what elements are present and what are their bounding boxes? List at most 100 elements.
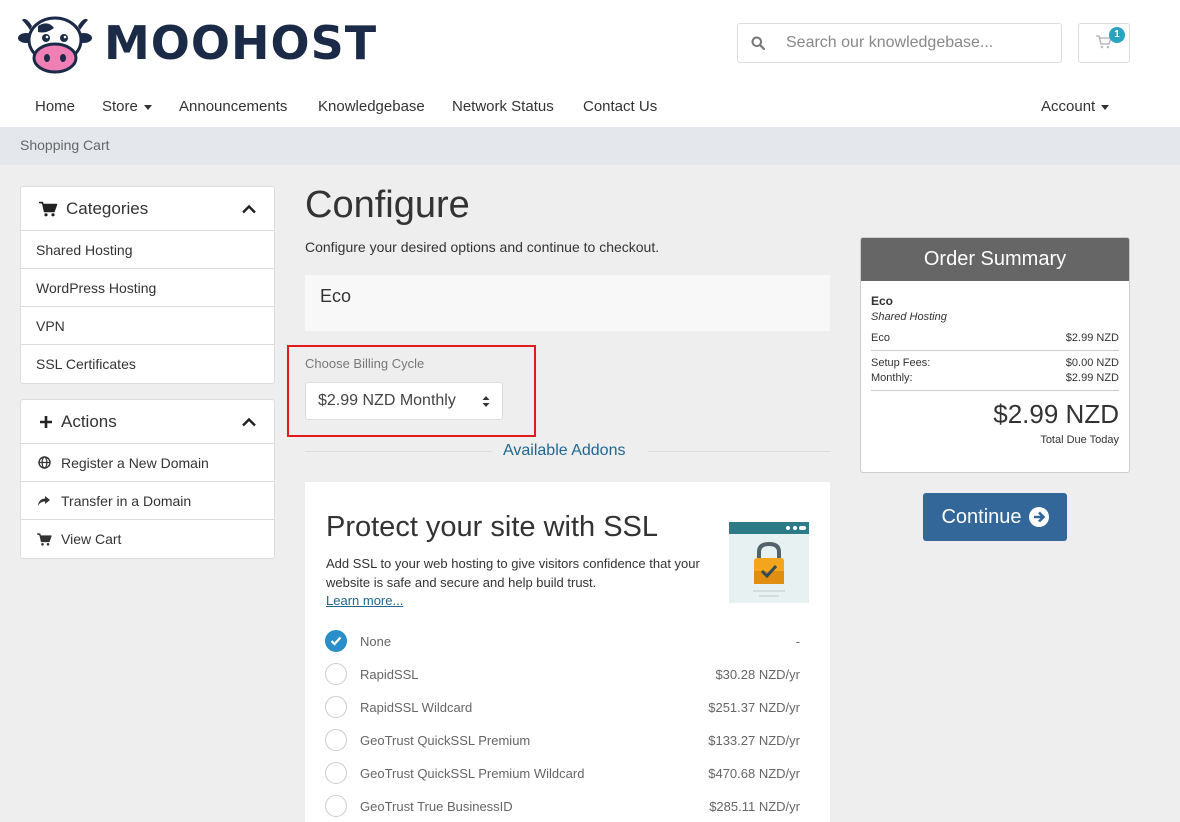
order-summary: Order Summary Eco Shared Hosting Eco $2.… [860, 237, 1130, 473]
category-vpn[interactable]: VPN [21, 307, 274, 345]
product-info-box: Eco [305, 275, 830, 331]
radio-unchecked[interactable] [325, 729, 347, 751]
summary-monthly-label: Monthly: [871, 372, 913, 384]
actions-header[interactable]: Actions [21, 400, 274, 444]
caret-down-icon [1101, 104, 1110, 110]
continue-label: Continue [941, 505, 1022, 528]
share-arrow-icon [36, 495, 52, 507]
billing-cycle-label: Choose Billing Cycle [305, 356, 425, 371]
radio-checked[interactable] [325, 630, 347, 652]
ssl-option-price: $251.37 NZD/yr [708, 699, 800, 715]
cart-icon [39, 201, 58, 217]
breadcrumb-bar: Shopping Cart [0, 127, 1180, 165]
summary-divider [871, 350, 1119, 351]
breadcrumb[interactable]: Shopping Cart [20, 137, 110, 153]
continue-button[interactable]: Continue [923, 493, 1067, 541]
sort-arrows-icon [482, 395, 490, 413]
product-name: Eco [320, 286, 352, 306]
action-transfer-domain-label: Transfer in a Domain [61, 492, 192, 509]
nav-announcements[interactable]: Announcements [179, 98, 287, 115]
summary-setup-label: Setup Fees: [871, 357, 931, 369]
summary-line-label: Eco [871, 332, 890, 344]
nav-home[interactable]: Home [35, 98, 75, 115]
ssl-lock-illustration-icon [729, 522, 809, 603]
brand-name: MOOHOST [104, 16, 378, 70]
categories-panel: Categories Shared Hosting WordPress Host… [20, 186, 275, 384]
page-subtitle: Configure your desired options and conti… [305, 239, 660, 255]
summary-product-group: Shared Hosting [871, 311, 947, 323]
billing-cycle-select[interactable]: $2.99 NZD Monthly [305, 382, 503, 420]
nav-account-label: Account [1041, 98, 1096, 115]
chevron-up-icon[interactable] [242, 417, 256, 427]
summary-total-label: Total Due Today [1040, 434, 1119, 446]
action-register-domain-label: Register a New Domain [61, 454, 209, 471]
ssl-option-label: GeoTrust QuickSSL Premium Wildcard [360, 765, 585, 781]
billing-cycle-value: $2.99 NZD Monthly [318, 392, 456, 409]
checkmark-icon [330, 636, 342, 646]
summary-monthly-row: Monthly: $2.99 NZD [871, 372, 1119, 384]
radio-unchecked[interactable] [325, 795, 347, 817]
plus-icon [39, 415, 53, 429]
ssl-learn-more-link[interactable]: Learn more... [326, 593, 403, 608]
ssl-option-rapidssl-wildcard[interactable]: RapidSSL Wildcard $251.37 NZD/yr [325, 696, 800, 718]
search-input[interactable] [778, 34, 1061, 52]
action-view-cart[interactable]: View Cart [21, 520, 274, 558]
site-header: MOOHOST 1 Home Store Announcements Knowl… [0, 0, 1180, 127]
ssl-option-price: - [795, 633, 800, 649]
ssl-option-label: RapidSSL [360, 666, 419, 682]
summary-line-price: $2.99 NZD [1065, 332, 1119, 344]
nav-store[interactable]: Store [102, 98, 152, 115]
cart-count-badge: 1 [1109, 27, 1125, 43]
radio-unchecked[interactable] [325, 696, 347, 718]
brand-logo[interactable]: MOOHOST [18, 12, 377, 74]
knowledgebase-search[interactable] [737, 23, 1062, 63]
order-summary-title: Order Summary [861, 238, 1129, 281]
nav-account[interactable]: Account [1041, 98, 1110, 115]
radio-unchecked[interactable] [325, 762, 347, 784]
ssl-option-none[interactable]: None - [325, 630, 800, 652]
summary-monthly-price: $2.99 NZD [1065, 372, 1119, 384]
summary-total: $2.99 NZD [993, 399, 1119, 429]
ssl-addon-card: Protect your site with SSL Add SSL to yo… [305, 482, 830, 822]
page-title: Configure [305, 184, 470, 226]
available-addons-label: Available Addons [503, 442, 626, 459]
nav-store-label: Store [102, 98, 138, 115]
category-ssl-certificates[interactable]: SSL Certificates [21, 345, 274, 383]
summary-product-name: Eco [871, 294, 894, 308]
ssl-option-rapidssl[interactable]: RapidSSL $30.28 NZD/yr [325, 663, 800, 685]
arrow-circle-right-icon [1028, 507, 1049, 527]
ssl-option-label: RapidSSL Wildcard [360, 699, 473, 715]
summary-divider [871, 390, 1119, 391]
ssl-option-geotrust-quickssl-premium-wildcard[interactable]: GeoTrust QuickSSL Premium Wildcard $470.… [325, 762, 800, 784]
ssl-option-geotrust-quickssl-premium[interactable]: GeoTrust QuickSSL Premium $133.27 NZD/yr [325, 729, 800, 751]
ssl-option-price: $30.28 NZD/yr [715, 666, 800, 682]
addons-divider-left [305, 451, 492, 452]
action-register-domain[interactable]: Register a New Domain [21, 444, 274, 482]
action-transfer-domain[interactable]: Transfer in a Domain [21, 482, 274, 520]
category-wordpress-hosting[interactable]: WordPress Hosting [21, 269, 274, 307]
summary-setup-row: Setup Fees: $0.00 NZD [871, 357, 1119, 369]
caret-down-icon [143, 104, 152, 110]
ssl-option-price: $285.11 NZD/yr [709, 798, 800, 814]
ssl-option-price: $133.27 NZD/yr [708, 732, 800, 748]
action-view-cart-label: View Cart [61, 531, 122, 547]
summary-setup-price: $0.00 NZD [1065, 357, 1119, 369]
main-nav: Home Store Announcements Knowledgebase N… [0, 88, 1180, 124]
nav-network-status[interactable]: Network Status [452, 98, 554, 115]
ssl-option-price: $470.68 NZD/yr [708, 765, 800, 781]
order-summary-body: Eco Shared Hosting Eco $2.99 NZD Setup F… [861, 281, 1129, 446]
ssl-option-label: None [360, 633, 392, 649]
cart-icon [36, 532, 52, 546]
chevron-up-icon[interactable] [242, 204, 256, 214]
radio-unchecked[interactable] [325, 663, 347, 685]
addons-divider-right [648, 451, 830, 452]
nav-knowledgebase[interactable]: Knowledgebase [318, 98, 425, 115]
categories-header[interactable]: Categories [21, 187, 274, 231]
category-shared-hosting[interactable]: Shared Hosting [21, 231, 274, 269]
actions-title: Actions [61, 411, 117, 431]
actions-panel: Actions Register a New Domain Transfer i… [20, 399, 275, 559]
ssl-option-geotrust-true-businessid[interactable]: GeoTrust True BusinessID $285.11 NZD/yr [325, 795, 800, 817]
cart-button[interactable]: 1 [1078, 23, 1130, 63]
nav-contact-us[interactable]: Contact Us [583, 98, 657, 115]
ssl-option-label: GeoTrust True BusinessID [360, 798, 513, 814]
